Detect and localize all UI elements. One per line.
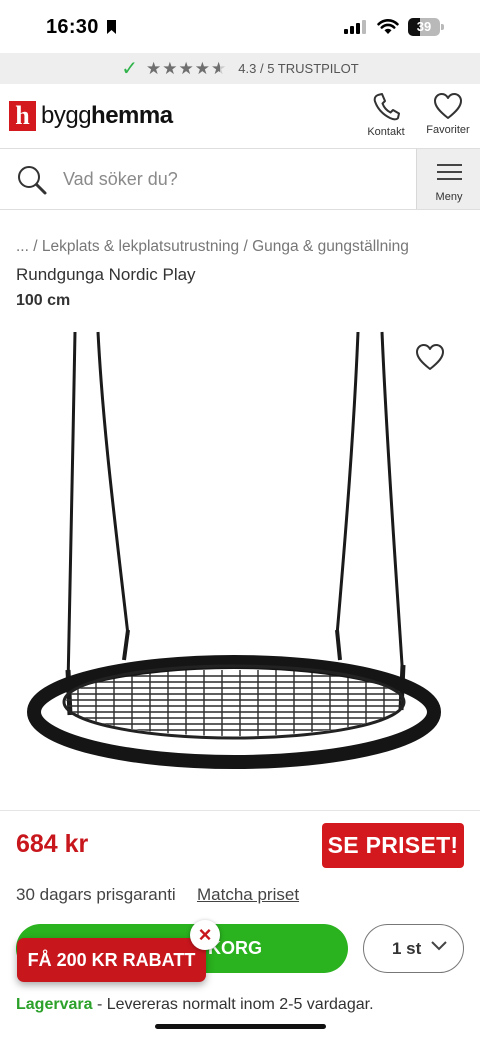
breadcrumb: ... / Lekplats & lekplatsutrustning / Gu… [16, 238, 409, 256]
menu-button[interactable]: Meny [416, 149, 480, 209]
breadcrumb-separator: / [239, 238, 253, 255]
contact-label: Kontakt [367, 126, 405, 138]
breadcrumb-item[interactable]: Gunga & gungställning [252, 238, 409, 255]
product-title: Rundgunga Nordic Play [16, 265, 196, 284]
logo-mark: h [9, 101, 36, 131]
match-price-link[interactable]: Matcha priset [197, 885, 299, 905]
close-icon[interactable]: × [190, 920, 220, 950]
breadcrumb-item[interactable]: Lekplats & lekplatsutrustning [42, 238, 239, 255]
logo-text: bygghemma [41, 102, 173, 130]
search-icon [18, 166, 47, 195]
stock-status: Lagervara - Levereras normalt inom 2-5 v… [16, 996, 374, 1014]
battery-icon: 39 [408, 18, 444, 36]
quantity-value: 1 st [392, 938, 422, 958]
menu-label: Meny [435, 191, 463, 203]
product-variant: 100 cm [16, 292, 71, 309]
logo-text-bold: hemma [91, 102, 173, 129]
discount-promo-button[interactable]: FÅ 200 KR RABATT [17, 938, 206, 982]
logo-text-light: bygg [41, 102, 92, 129]
see-price-badge[interactable]: SE PRISET! [322, 823, 464, 868]
chevron-down-icon [431, 941, 447, 951]
star-icon: ★ [211, 59, 227, 78]
rating-stars: ★ ★ ★ ★ ★ [146, 60, 226, 77]
star-icon: ★ [178, 59, 194, 78]
site-header: h bygghemma Kontakt Favoriter [0, 84, 480, 148]
bookmark-icon [107, 20, 116, 34]
hamburger-icon [437, 164, 462, 185]
price-guarantee: 30 dagars prisgaranti [16, 885, 176, 904]
delivery-info: - Levereras normalt inom 2-5 vardagar. [92, 996, 374, 1013]
heart-icon [434, 93, 462, 119]
status-time: 16:30 [46, 16, 99, 38]
in-stock-label: Lagervara [16, 996, 93, 1013]
contact-button[interactable]: Kontakt [356, 92, 416, 138]
product-image[interactable] [0, 330, 480, 810]
site-logo[interactable]: h bygghemma [9, 101, 173, 131]
wifi-icon [377, 19, 399, 34]
star-icon: ★ [162, 59, 178, 78]
star-icon: ★ [146, 59, 162, 78]
product-price: 684 kr [16, 830, 89, 858]
breadcrumb-ellipsis[interactable]: ... [16, 238, 29, 255]
home-indicator[interactable] [155, 1024, 326, 1029]
star-icon: ★ [194, 59, 211, 78]
breadcrumb-separator: / [28, 238, 42, 255]
favorites-label: Favoriter [426, 124, 470, 136]
quantity-select[interactable]: 1 st [363, 924, 464, 973]
search-input[interactable] [54, 159, 409, 199]
phone-icon [373, 93, 400, 121]
search-bar: Meny [0, 148, 480, 210]
check-icon: ✓ [121, 58, 139, 80]
favorites-button[interactable]: Favoriter [418, 92, 478, 136]
status-bar: 16:30 39 [0, 0, 480, 54]
battery-percentage: 39 [416, 19, 432, 34]
divider [0, 810, 480, 811]
rating-text: 4.3 / 5 TRUSTPILOT [238, 61, 359, 76]
trustpilot-bar[interactable]: ✓ ★ ★ ★ ★ ★ 4.3 / 5 TRUSTPILOT [0, 53, 480, 84]
signal-icon [344, 20, 366, 34]
favorite-heart-icon[interactable] [415, 343, 445, 371]
